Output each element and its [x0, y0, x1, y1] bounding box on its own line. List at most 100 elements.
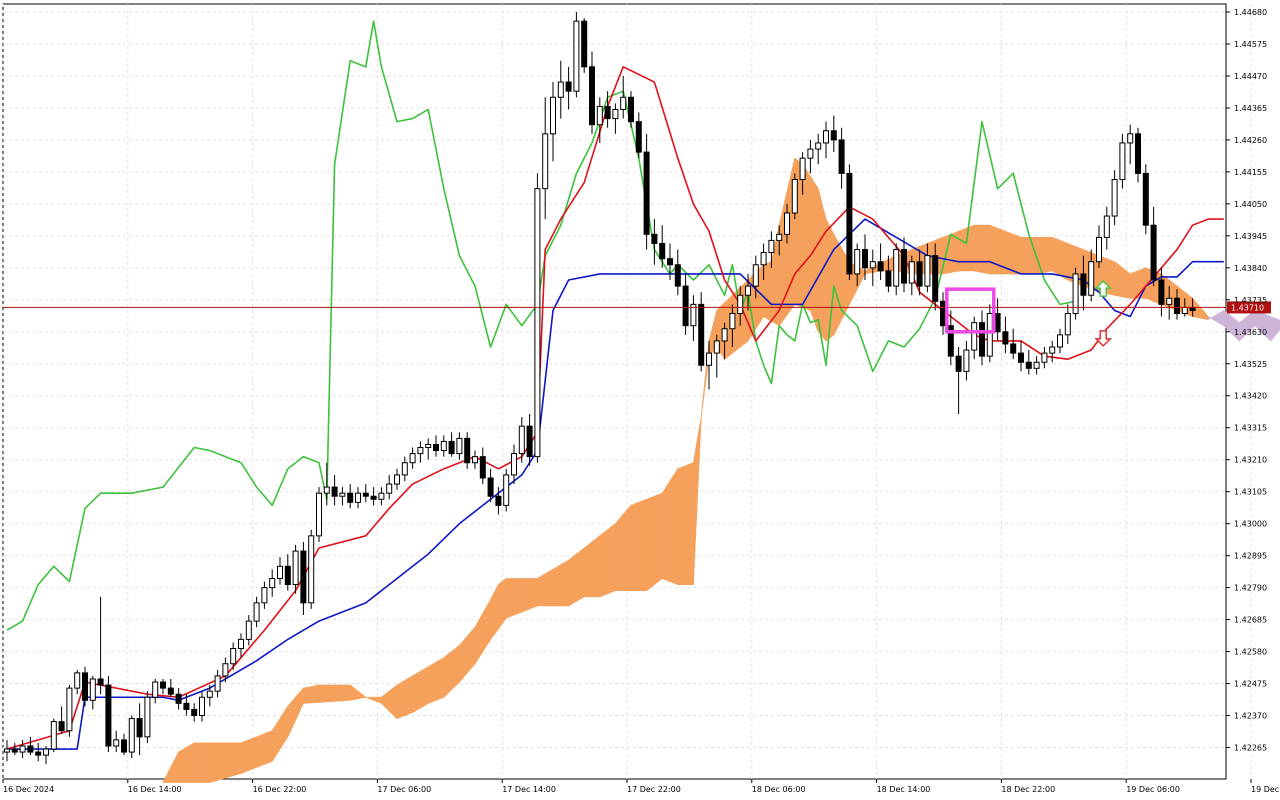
candle-bearish — [994, 313, 1001, 333]
y-tick-label: 1.42370 — [1234, 712, 1267, 721]
candle-bearish — [1142, 172, 1149, 226]
kumo-segment-bullish — [630, 501, 640, 592]
candle-bullish — [745, 285, 751, 296]
candle-bullish — [238, 638, 244, 650]
candle-bearish — [667, 258, 673, 266]
kumo-segment-bullish — [607, 522, 616, 595]
candle-bullish — [292, 550, 299, 586]
candle-bullish — [152, 681, 159, 698]
candle-bullish — [1127, 133, 1134, 144]
candle-bearish — [581, 20, 588, 68]
y-tick-label: 1.42580 — [1234, 648, 1267, 657]
candle-bullish — [511, 453, 517, 476]
candle-bearish — [27, 745, 34, 753]
y-tick-label: 1.43315 — [1234, 424, 1267, 433]
candle-bullish — [206, 690, 213, 698]
kumo-segment-bullish — [802, 162, 811, 312]
plot-frame — [2, 3, 1227, 780]
candle-bearish — [830, 130, 837, 141]
candle-bullish — [908, 261, 915, 284]
kumo-segment-bullish — [435, 656, 445, 701]
kumo-segment-bullish — [513, 578, 523, 616]
candle-bullish — [534, 188, 541, 458]
kumo-segment-bullish — [638, 498, 647, 592]
y-tick-label: 1.42895 — [1234, 552, 1267, 561]
kumo-segment-bullish — [599, 528, 608, 598]
y-tick-label: 1.43000 — [1234, 520, 1267, 529]
candle-bearish — [1158, 279, 1165, 305]
candle-bullish — [971, 322, 978, 351]
candle-bullish — [1096, 236, 1102, 263]
candle-bullish — [43, 748, 49, 756]
candle-bullish — [760, 252, 767, 266]
kumo-segment-bullish — [404, 675, 414, 717]
y-tick-label: 1.42685 — [1234, 616, 1267, 625]
ichimoku-chart[interactable]: 1.43710 1.446801.445751.444701.443651.44… — [0, 0, 1280, 800]
candle-bullish — [542, 133, 549, 190]
candle-bullish — [199, 696, 205, 717]
candle-bearish — [565, 81, 572, 92]
candle-bullish — [791, 179, 798, 214]
y-tick-label: 1.44680 — [1234, 8, 1267, 17]
kumo-segment-bullish — [310, 684, 320, 704]
candle-bullish — [573, 20, 580, 92]
candle-bearish — [885, 270, 892, 287]
kumo-segment-bullish — [1129, 270, 1139, 299]
kumo-segment-bullish — [677, 465, 686, 585]
candle-bullish — [440, 440, 447, 452]
candle-bearish — [838, 139, 845, 174]
candle-bullish — [596, 105, 603, 126]
candle-bullish — [823, 130, 829, 144]
kumo-segment-bullish — [334, 684, 343, 702]
candle-bearish — [674, 264, 681, 287]
candle-bullish — [4, 748, 10, 753]
kumo-segment-bullish — [256, 733, 265, 768]
candle-bullish — [518, 425, 525, 455]
candle-bullish — [230, 648, 237, 665]
candle-bearish — [58, 721, 65, 732]
candle-bearish — [979, 322, 985, 357]
candle-bullish — [1064, 313, 1071, 336]
candle-bearish — [698, 303, 705, 366]
candle-bullish — [89, 678, 96, 701]
kumo-segment-bullish — [537, 573, 546, 607]
kumo-segment-bullish — [193, 742, 203, 783]
candle-bearish — [1150, 224, 1157, 281]
candle-bearish — [11, 748, 18, 753]
candle-bullish — [893, 249, 900, 287]
candle-bearish — [643, 151, 650, 235]
candle-bullish — [706, 352, 712, 366]
kumo-segment-bullish — [318, 684, 328, 703]
candle-bullish — [128, 718, 135, 753]
kumo-segment-bullish — [583, 541, 593, 598]
y-tick-label: 1.43210 — [1234, 456, 1267, 465]
kumo-segment-bullish — [1114, 260, 1123, 298]
x-tick-label: 19 Dec 14:00 — [1251, 785, 1280, 794]
candle-bullish — [752, 264, 759, 287]
candle-bearish — [284, 565, 291, 586]
kumo-segment-bullish — [419, 666, 429, 709]
candle-bullish — [261, 587, 268, 604]
candle-bearish — [1010, 343, 1017, 354]
x-tick-label: 17 Dec 22:00 — [627, 785, 681, 794]
kumo-segment-bullish — [1051, 236, 1061, 277]
x-tick-label: 19 Dec 06:00 — [1126, 785, 1180, 794]
x-tick-label: 18 Dec 14:00 — [877, 785, 931, 794]
candle-bullish — [924, 255, 931, 287]
candle-bearish — [362, 492, 369, 497]
kumo-segment-bullish — [685, 462, 694, 585]
candle-bearish — [35, 751, 42, 756]
y-tick-label: 1.44050 — [1234, 200, 1267, 209]
kumo-segment-bullish — [989, 224, 998, 275]
candle-bullish — [503, 474, 510, 506]
x-tick-label: 16 Dec 2024 — [3, 785, 54, 794]
candle-bearish — [862, 249, 868, 269]
kumo-segment-bullish — [396, 679, 406, 720]
kumo-segment-bullish — [544, 568, 554, 607]
kumo-segment-bullish — [529, 578, 538, 610]
candle-bearish — [167, 687, 174, 695]
candle-bearish — [1080, 273, 1087, 296]
kumo-segment-bullish — [576, 547, 585, 603]
candle-bearish — [495, 495, 502, 506]
kumo-segment-bullish — [302, 686, 312, 704]
